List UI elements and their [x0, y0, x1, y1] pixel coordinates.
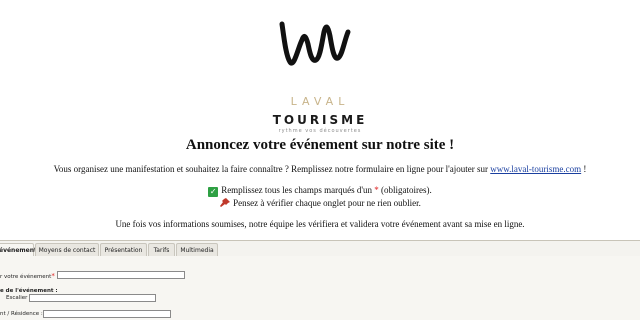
intro-text-before: Vous organisez une manifestation et souh… — [53, 164, 488, 174]
required-hint-after: (obligatoires). — [381, 185, 432, 195]
pin-icon — [220, 198, 231, 207]
form-tabs: événement Moyens de contact Présentation… — [0, 240, 640, 259]
intro-text-after: ! — [583, 164, 587, 174]
residence-label: nt / Résidence : — [0, 311, 43, 317]
event-name-label: r votre événement* : — [0, 272, 58, 280]
site-link[interactable]: www.laval-tourisme.com — [490, 164, 581, 174]
logo-brand-bottom: TOURISME — [272, 113, 368, 127]
event-form: r votre événement* : e de l'événement : … — [0, 256, 640, 320]
required-star: * — [374, 185, 379, 195]
check-icon: ✓ — [208, 187, 219, 197]
required-fields-hint: ✓ Remplissez tous les champs marqués d'un… — [0, 185, 640, 197]
logo-brand-top: LAVAL — [290, 95, 350, 108]
stair-label: Escalier : — [6, 295, 32, 301]
site-logo[interactable]: LAVAL TOURISME rythme vos découvertes — [0, 18, 640, 134]
tabs-check-hint: Pensez à vérifier chaque onglet pour ne … — [0, 197, 640, 208]
laval-w-logo-icon — [279, 21, 351, 66]
tabs-hint-text: Pensez à vérifier chaque onglet pour ne … — [233, 198, 421, 208]
page-title: Annoncez votre événement sur notre site … — [185, 137, 455, 153]
event-name-label-text: r votre événement — [0, 274, 52, 280]
event-name-input[interactable] — [57, 271, 185, 279]
required-hint-before: Remplissez tous les champs marqués d'un — [221, 185, 373, 195]
intro-text: Vous organisez une manifestation et souh… — [0, 164, 640, 174]
stair-input[interactable] — [29, 294, 156, 302]
event-name-star: * — [51, 272, 55, 280]
review-note: Une fois vos informations soumises, notr… — [115, 219, 525, 229]
logo-tagline: rythme vos découvertes — [278, 128, 362, 134]
residence-input[interactable] — [43, 310, 171, 318]
